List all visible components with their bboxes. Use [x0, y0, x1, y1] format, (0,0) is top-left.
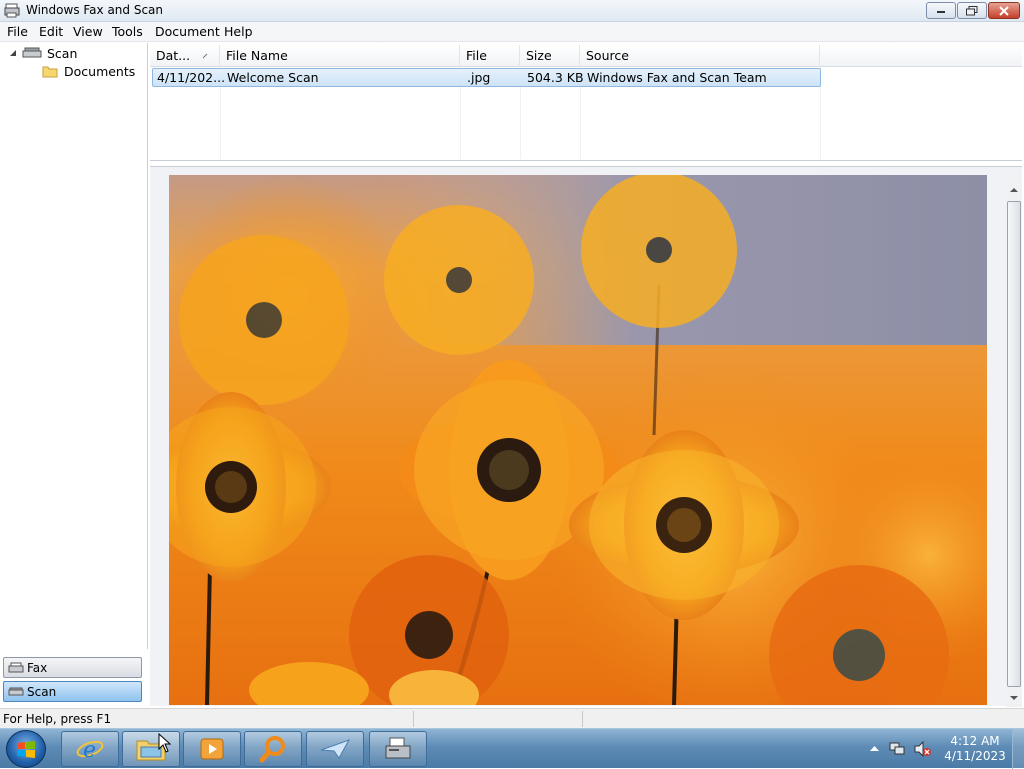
minimize-icon: [937, 10, 945, 13]
column-header-source[interactable]: Source: [580, 45, 820, 67]
folder-tree-panel: Scan Documents: [0, 43, 148, 649]
tree-item-scan-label: Scan: [47, 45, 78, 61]
restore-icon: [966, 5, 978, 15]
svg-text:e: e: [83, 738, 96, 763]
column-header-date-label: Dat...: [156, 48, 191, 63]
menu-bar: File Edit View Tools Document Help: [0, 22, 1024, 42]
document-preview-pane: [150, 166, 1022, 707]
taskbar: e 4:12 AM 4/11/2023: [0, 728, 1024, 769]
show-desktop-button[interactable]: [1012, 729, 1024, 769]
tree-item-documents[interactable]: Documents: [42, 62, 135, 80]
paper-plane-icon: [320, 739, 351, 759]
menu-edit[interactable]: Edit: [37, 24, 65, 39]
nav-fax-label: Fax: [27, 660, 48, 675]
scroll-up-icon[interactable]: [1010, 187, 1018, 193]
menu-file[interactable]: File: [5, 24, 30, 39]
title-bar: Windows Fax and Scan: [0, 0, 1024, 22]
media-player-icon: [200, 738, 224, 760]
cell-source: Windows Fax and Scan Team: [587, 70, 767, 85]
tree-expander-icon[interactable]: [9, 49, 17, 57]
column-header-size[interactable]: Size: [520, 45, 580, 67]
tree-item-scan[interactable]: Scan: [22, 44, 79, 62]
scrollbar-thumb[interactable]: [1007, 201, 1021, 687]
scanner-icon: [22, 47, 42, 58]
magnifier-icon: [259, 736, 285, 763]
nav-scan-button[interactable]: Scan: [3, 681, 142, 702]
nav-fax-button[interactable]: Fax: [3, 657, 142, 678]
menu-view[interactable]: View: [71, 24, 105, 39]
folder-icon: [42, 66, 58, 78]
flower-photo-image: [169, 175, 987, 705]
scan-icon: [8, 687, 24, 695]
clock-date: 4/11/2023: [944, 749, 1006, 763]
close-icon: [999, 5, 1009, 16]
table-row[interactable]: 4/11/202... Welcome Scan .jpg 504.3 KB W…: [152, 68, 821, 87]
menu-document[interactable]: Document: [153, 24, 222, 39]
cell-size: 504.3 KB: [527, 70, 584, 85]
scroll-down-icon[interactable]: [1010, 695, 1018, 701]
taskbar-mail[interactable]: [306, 731, 364, 767]
network-icon[interactable]: [889, 741, 905, 757]
column-header-file-type[interactable]: File Type: [460, 45, 520, 85]
file-list: Dat... File Name File Type Size Source 4…: [150, 43, 1022, 161]
close-button[interactable]: [988, 2, 1020, 19]
taskbar-internet-explorer[interactable]: e: [61, 731, 119, 767]
column-header-date[interactable]: Dat...: [150, 45, 220, 67]
windows-logo-icon: [17, 741, 35, 758]
tree-item-documents-label: Documents: [64, 63, 136, 79]
clock-time: 4:12 AM: [950, 734, 1000, 748]
fax-icon: [8, 662, 24, 672]
taskbar-search[interactable]: [244, 731, 302, 767]
menu-help[interactable]: Help: [222, 24, 255, 39]
status-help-text: For Help, press F1: [3, 712, 112, 726]
cell-file-name: Welcome Scan: [227, 70, 319, 85]
menu-tools[interactable]: Tools: [110, 24, 145, 39]
taskbar-fax-and-scan[interactable]: [369, 731, 427, 767]
status-bar: For Help, press F1: [0, 708, 1024, 728]
restore-button[interactable]: [957, 2, 987, 19]
show-hidden-icons-icon[interactable]: [870, 745, 879, 752]
nav-scan-label: Scan: [27, 684, 57, 699]
window-title: Windows Fax and Scan: [26, 3, 164, 17]
sort-indicator-icon: [202, 53, 208, 59]
mouse-cursor-icon: [158, 733, 172, 753]
status-divider: [582, 711, 583, 727]
column-header-file-name[interactable]: File Name: [220, 45, 460, 67]
minimize-button[interactable]: [926, 2, 956, 19]
fax-scan-app-icon: [4, 3, 20, 18]
volume-muted-icon[interactable]: [914, 741, 932, 757]
scan-preview-image: [169, 175, 987, 705]
taskbar-media-player[interactable]: [183, 731, 241, 767]
list-header: Dat... File Name File Type Size Source: [150, 45, 1022, 85]
cell-date: 4/11/202...: [157, 70, 226, 85]
fax-machine-icon: [385, 737, 411, 759]
system-clock[interactable]: 4:12 AM 4/11/2023: [940, 734, 1010, 764]
start-button[interactable]: [6, 730, 46, 768]
status-divider: [413, 711, 414, 727]
cell-file-type: .jpg: [467, 70, 491, 85]
preview-vertical-scrollbar[interactable]: [1006, 183, 1022, 707]
internet-explorer-icon: e: [76, 738, 104, 763]
